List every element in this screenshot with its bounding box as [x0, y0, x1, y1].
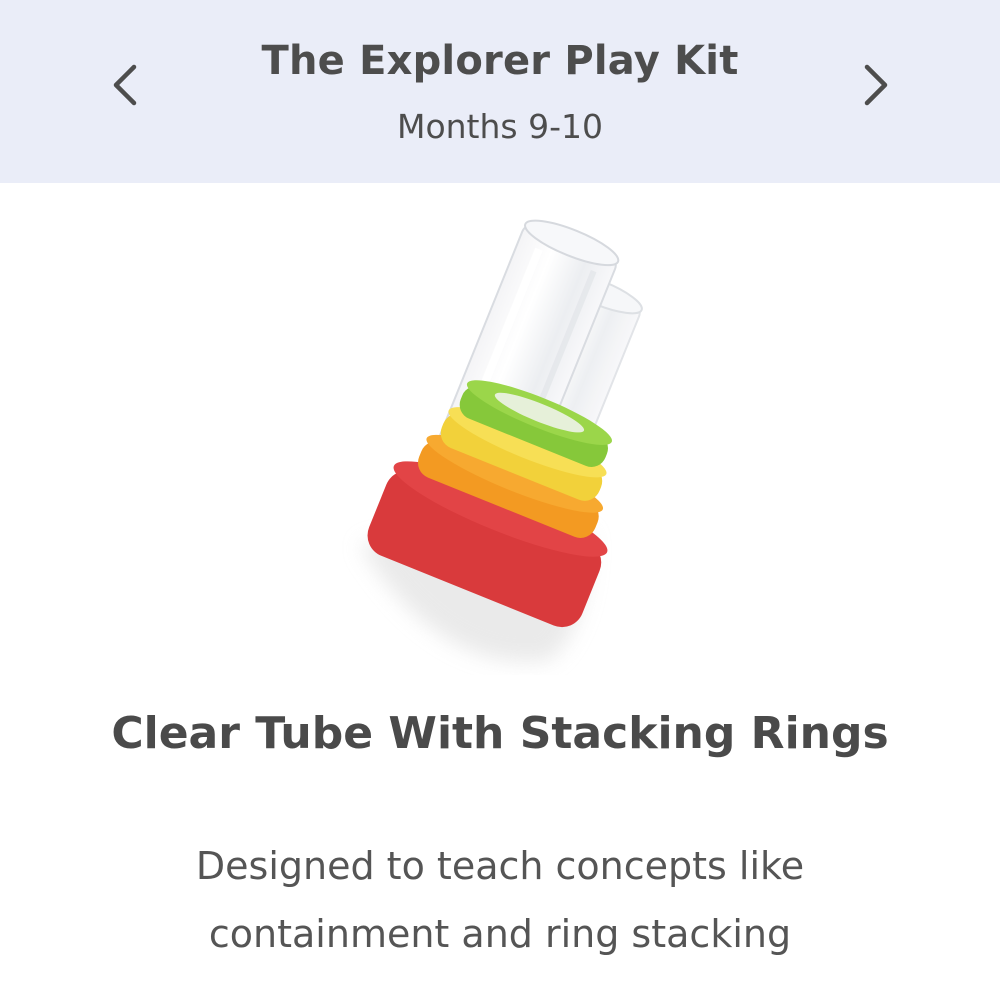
next-button[interactable]: [846, 55, 906, 115]
chevron-right-icon: [864, 64, 888, 106]
product-image: [360, 219, 643, 662]
header-bar: The Explorer Play Kit Months 9-10: [0, 0, 1000, 183]
product-name: Clear Tube With Stacking Rings: [111, 708, 889, 759]
product-description: Designed to teach concepts like containm…: [195, 844, 805, 956]
